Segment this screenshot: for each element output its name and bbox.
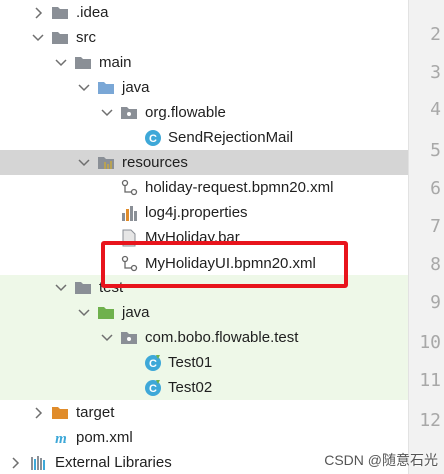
project-tree: .idea src main java org.flowable C SendR…: [0, 0, 408, 474]
libraries-icon: [30, 454, 48, 472]
chevron-right-icon[interactable]: [9, 456, 21, 470]
test-source-folder-icon: [97, 304, 115, 322]
line-number: 4: [430, 99, 441, 120]
tree-label: src: [76, 29, 96, 46]
tree-label: Test02: [168, 379, 213, 396]
chevron-down-icon[interactable]: [78, 81, 90, 95]
tree-row-main[interactable]: main: [0, 50, 408, 75]
resources-folder-icon: [97, 154, 115, 172]
chevron-down-icon[interactable]: [32, 31, 44, 45]
svg-text:C: C: [149, 383, 157, 395]
highlight-box: [101, 241, 348, 288]
folder-icon: [51, 29, 69, 47]
chevron-down-icon[interactable]: [78, 156, 90, 170]
svg-text:C: C: [149, 133, 157, 145]
properties-file-icon: [120, 204, 138, 222]
line-number: 12: [419, 410, 441, 431]
chevron-down-icon[interactable]: [101, 331, 113, 345]
tree-row-pkg-main[interactable]: org.flowable: [0, 100, 408, 125]
line-number-gutter: 2 3 4 5 6 7 8 9 10 11 12: [408, 0, 444, 474]
tree-row-main-java[interactable]: java: [0, 75, 408, 100]
tree-label: target: [76, 404, 115, 421]
tree-label: Test01: [168, 354, 213, 371]
tree-label: SendRejectionMail: [168, 129, 294, 146]
line-number: 10: [419, 332, 441, 353]
tree-row-pom[interactable]: m pom.xml: [0, 425, 408, 450]
chevron-right-icon[interactable]: [32, 6, 44, 20]
tree-label: External Libraries: [55, 454, 172, 471]
line-number: 11: [419, 370, 441, 391]
chevron-down-icon[interactable]: [55, 56, 67, 70]
watermark: CSDN @随意石光: [324, 452, 438, 468]
maven-icon: m: [51, 429, 69, 447]
line-number: 8: [430, 254, 441, 275]
svg-text:C: C: [149, 358, 157, 370]
tree-row-file-log4j[interactable]: log4j.properties: [0, 200, 408, 225]
tree-row-target[interactable]: target: [0, 400, 408, 425]
tree-row-test-java[interactable]: java: [0, 300, 408, 325]
tree-label: org.flowable: [145, 104, 226, 121]
tree-row-class-test01[interactable]: C Test01: [0, 350, 408, 375]
package-icon: [120, 329, 138, 347]
test-class-icon: C: [144, 354, 162, 372]
tree-row-src[interactable]: src: [0, 25, 408, 50]
svg-text:m: m: [55, 431, 67, 447]
tree-label: resources: [122, 154, 188, 171]
tree-label: pom.xml: [76, 429, 133, 446]
line-number: 9: [430, 292, 441, 313]
target-folder-icon: [51, 404, 69, 422]
test-class-icon: C: [144, 379, 162, 397]
tree-label: main: [99, 54, 132, 71]
folder-icon: [74, 54, 92, 72]
line-number: 3: [430, 62, 441, 83]
tree-row-resources[interactable]: resources: [0, 150, 408, 175]
tree-label: .idea: [76, 4, 109, 21]
line-number: 5: [430, 140, 441, 161]
folder-icon: [51, 4, 69, 22]
java-class-icon: C: [144, 129, 162, 147]
chevron-right-icon[interactable]: [32, 406, 44, 420]
tree-row-pkg-test[interactable]: com.bobo.flowable.test: [0, 325, 408, 350]
tree-row-class-send[interactable]: C SendRejectionMail: [0, 125, 408, 150]
tree-label: java: [122, 304, 150, 321]
chevron-down-icon[interactable]: [55, 281, 67, 295]
tree-label: com.bobo.flowable.test: [145, 329, 299, 346]
tree-row-idea[interactable]: .idea: [0, 0, 408, 25]
tree-row-file-holiday[interactable]: holiday-request.bpmn20.xml: [0, 175, 408, 200]
tree-label: holiday-request.bpmn20.xml: [145, 179, 334, 196]
line-number: 2: [430, 24, 441, 45]
chevron-down-icon[interactable]: [78, 306, 90, 320]
source-folder-icon: [97, 79, 115, 97]
tree-row-class-test02[interactable]: C Test02: [0, 375, 408, 400]
folder-icon: [74, 279, 92, 297]
bpmn-file-icon: [120, 179, 138, 197]
tree-label: java: [122, 79, 150, 96]
chevron-down-icon[interactable]: [101, 106, 113, 120]
package-icon: [120, 104, 138, 122]
tree-label: log4j.properties: [145, 204, 248, 221]
line-number: 7: [430, 216, 441, 237]
line-number: 6: [430, 178, 441, 199]
